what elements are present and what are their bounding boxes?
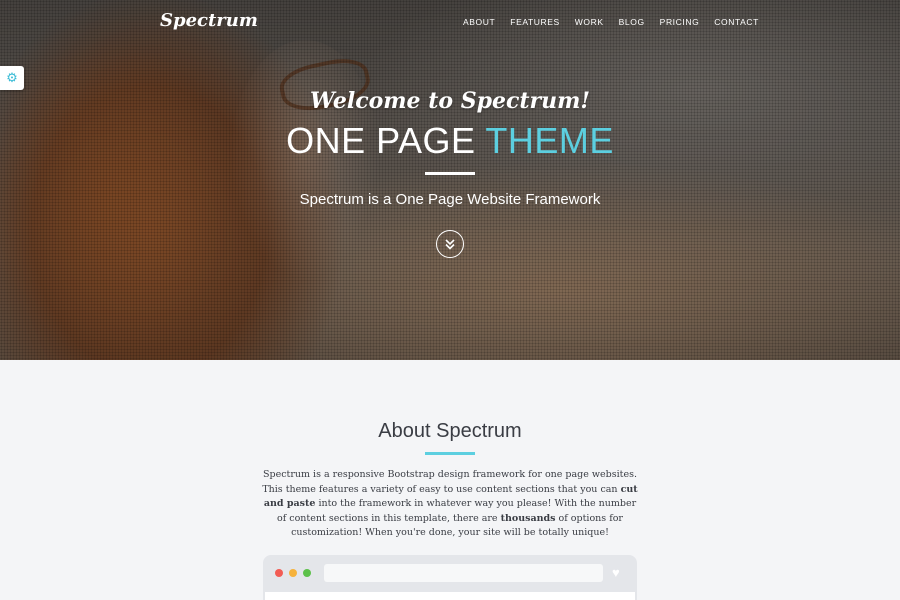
- hero-headline-accent: THEME: [485, 120, 614, 161]
- browser-minimize-dot: [289, 569, 297, 577]
- main-nav: ABOUT FEATURES WORK BLOG PRICING CONTACT: [463, 17, 759, 27]
- about-title: About Spectrum: [378, 420, 522, 442]
- gear-icon: ⚙: [6, 70, 18, 85]
- nav-work[interactable]: WORK: [575, 17, 604, 27]
- hero-subtitle: Spectrum is a One Page Website Framework: [299, 191, 601, 208]
- hero-welcome: Welcome to Spectrum!: [309, 88, 591, 114]
- nav-blog[interactable]: BLOG: [619, 17, 645, 27]
- nav-pricing[interactable]: PRICING: [660, 17, 700, 27]
- browser-content: [265, 592, 635, 600]
- nav-contact[interactable]: CONTACT: [714, 17, 759, 27]
- nav-features[interactable]: FEATURES: [510, 17, 560, 27]
- scroll-down-button[interactable]: [436, 230, 464, 258]
- double-chevron-down-icon: [445, 239, 455, 250]
- about-description: Spectrum is a responsive Bootstrap desig…: [262, 469, 638, 538]
- hero-content: Welcome to Spectrum! ONE PAGE THEME Spec…: [0, 88, 900, 208]
- about-divider: [425, 452, 475, 455]
- nav-about[interactable]: ABOUT: [463, 17, 495, 27]
- hero-headline: ONE PAGE THEME: [0, 120, 900, 162]
- heart-icon: ♥: [612, 565, 620, 580]
- hero-divider: [425, 172, 475, 175]
- hero-headline-main: ONE PAGE: [286, 120, 476, 161]
- about-section: About Spectrum Spectrum is a responsive …: [0, 360, 900, 600]
- browser-maximize-dot: [303, 569, 311, 577]
- browser-close-dot: [275, 569, 283, 577]
- theme-settings-toggle[interactable]: ⚙: [0, 66, 24, 90]
- site-logo[interactable]: Spectrum: [160, 10, 258, 31]
- browser-address-bar: [324, 564, 603, 582]
- hero-section: Spectrum ABOUT FEATURES WORK BLOG PRICIN…: [0, 0, 900, 360]
- browser-mockup: ♥: [263, 555, 637, 600]
